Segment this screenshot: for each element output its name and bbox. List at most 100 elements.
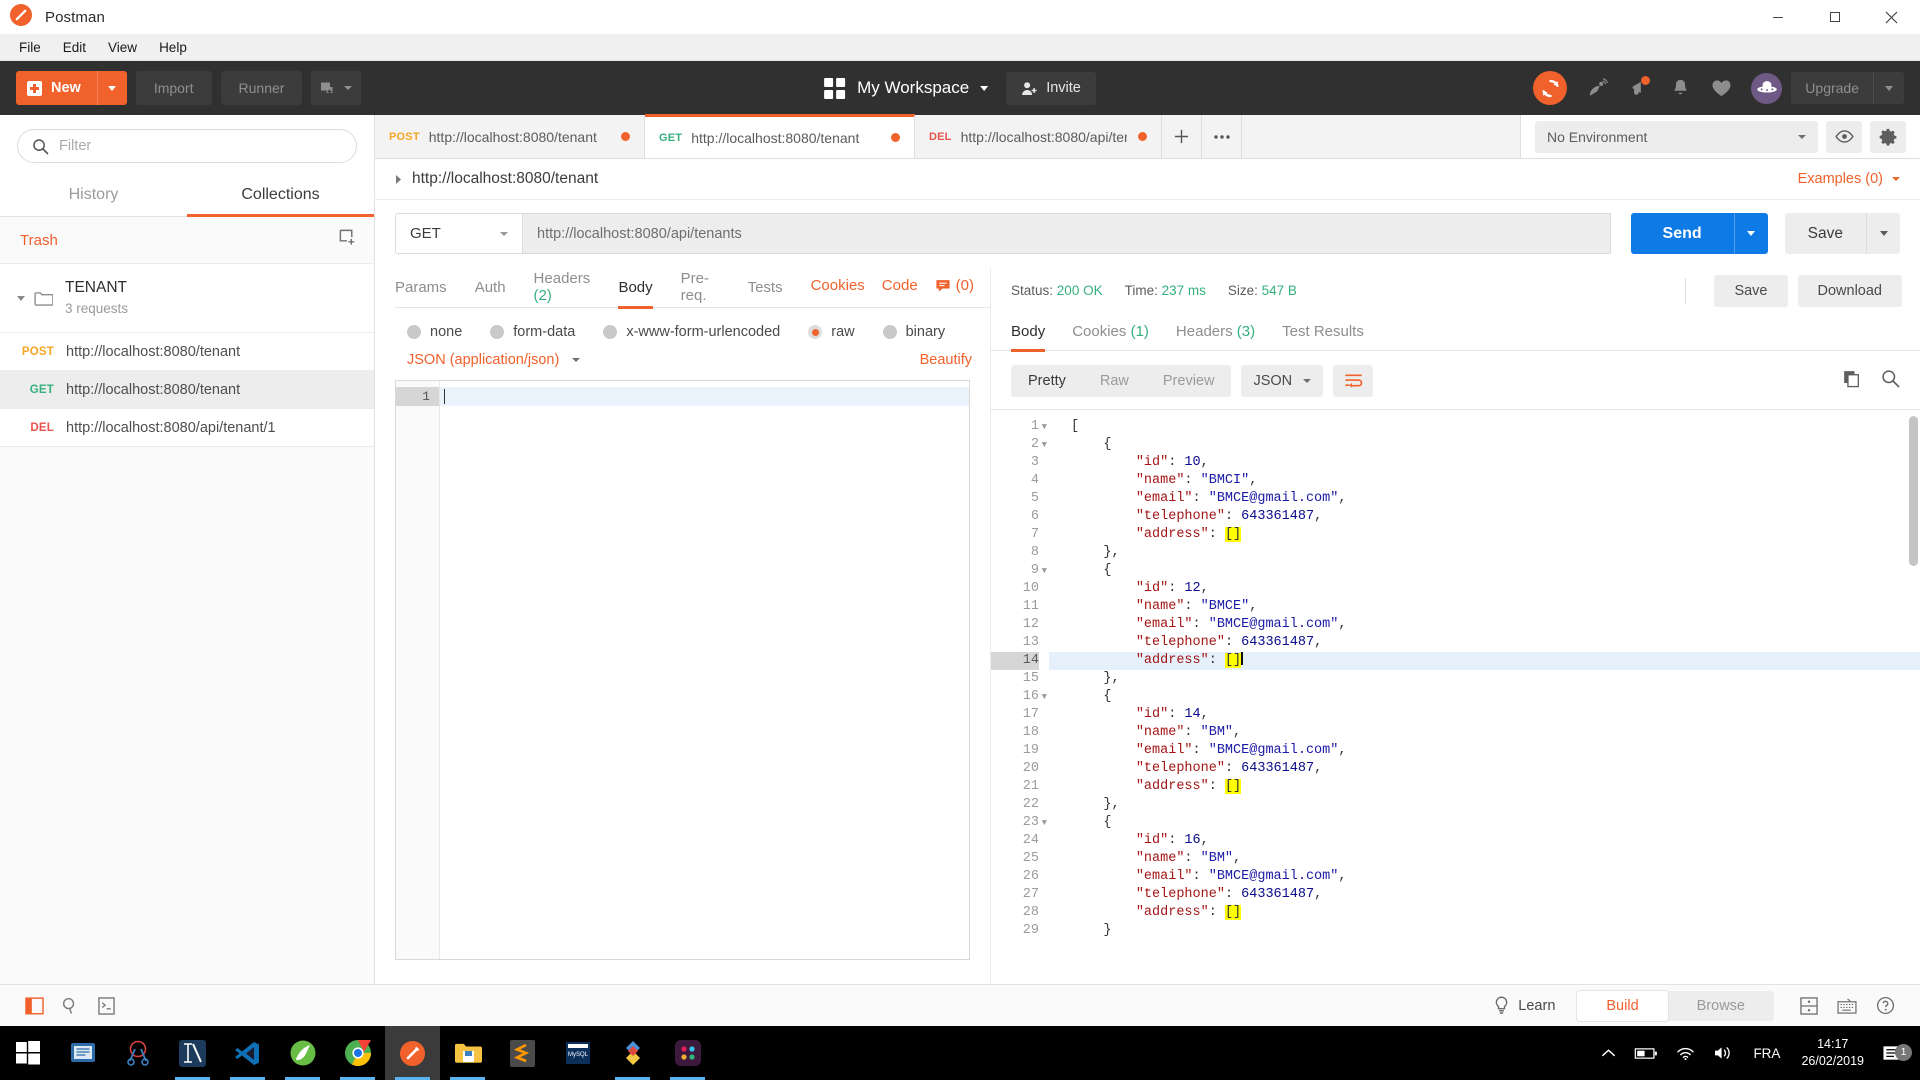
menu-view[interactable]: View <box>97 37 148 58</box>
environment-selector[interactable]: No Environment <box>1535 120 1818 153</box>
clock[interactable]: 14:17 26/02/2019 <box>1791 1036 1874 1070</box>
json-line[interactable]: "id": 14, <box>1049 706 1920 724</box>
mode-build[interactable]: Build <box>1577 990 1668 1021</box>
tab-body[interactable]: Body <box>618 279 653 309</box>
comments-button[interactable]: (0) <box>935 277 974 294</box>
save-response-button[interactable]: Save <box>1714 274 1788 307</box>
taskbar-item-sublime[interactable] <box>495 1026 550 1080</box>
json-line[interactable]: "name": "BMCE", <box>1049 598 1920 616</box>
response-tab-body[interactable]: Body <box>1011 323 1046 352</box>
manage-environments-button[interactable] <box>1870 120 1906 153</box>
json-line[interactable]: { <box>1049 436 1920 454</box>
json-line[interactable]: }, <box>1049 544 1920 562</box>
fold-caret-icon[interactable]: ▼ <box>1042 436 1047 454</box>
battery-button[interactable] <box>1625 1047 1667 1060</box>
language-indicator[interactable]: FRA <box>1742 1046 1791 1061</box>
notifications-button[interactable] <box>1663 71 1697 105</box>
action-center-button[interactable]: 1 <box>1874 1043 1916 1063</box>
view-mode-pretty[interactable]: Pretty <box>1011 365 1083 397</box>
fold-caret-icon[interactable]: ▼ <box>1042 562 1047 580</box>
response-scrollbar[interactable] <box>1909 416 1918 566</box>
volume-button[interactable] <box>1704 1045 1742 1061</box>
http-method-selector[interactable]: GET <box>395 213 522 254</box>
json-line[interactable]: { <box>1049 562 1920 580</box>
body-type-urlencoded[interactable]: x-www-form-urlencoded <box>603 324 780 340</box>
save-request-button[interactable]: Save <box>1784 213 1866 254</box>
editor-text-area[interactable] <box>440 381 969 959</box>
taskbar-item-explorer[interactable] <box>440 1026 495 1080</box>
help-button[interactable] <box>1866 985 1904 1027</box>
tab-prerequest[interactable]: Pre-req. <box>681 270 720 317</box>
response-json-code[interactable]: [ { "id": 10, "name": "BMCI", "email": "… <box>1049 410 1920 984</box>
json-line[interactable]: "id": 12, <box>1049 580 1920 598</box>
json-line[interactable]: }, <box>1049 670 1920 688</box>
fold-caret-icon[interactable]: ▼ <box>1042 418 1047 436</box>
sidebar-toggle-button[interactable] <box>16 985 52 1027</box>
open-tab-del-tenant[interactable]: DEL http://localhost:8080/api/tenant/ <box>915 115 1162 158</box>
fold-caret-icon[interactable]: ▼ <box>1042 688 1047 706</box>
json-line[interactable]: "id": 16, <box>1049 832 1920 850</box>
find-replace-button[interactable] <box>52 985 88 1027</box>
sidebar-request-post-tenant[interactable]: POST http://localhost:8080/tenant <box>0 333 374 372</box>
examples-dropdown[interactable]: Examples (0) <box>1798 171 1900 187</box>
menu-file[interactable]: File <box>8 37 52 58</box>
open-new-window-button[interactable] <box>311 71 362 105</box>
copy-button[interactable] <box>1843 370 1861 393</box>
tab-headers[interactable]: Headers (2) <box>534 270 591 317</box>
open-tab-post-tenant[interactable]: POST http://localhost:8080/tenant <box>375 115 645 158</box>
taskbar-item-chrome[interactable] <box>330 1026 385 1080</box>
sidebar-request-del-tenant[interactable]: DEL http://localhost:8080/api/tenant/1 <box>0 409 374 448</box>
runner-button[interactable]: Runner <box>220 71 303 105</box>
taskbar-item-vscode[interactable] <box>220 1026 275 1080</box>
taskbar-item-sourcetree[interactable] <box>605 1026 660 1080</box>
minimize-button[interactable] <box>1749 0 1806 34</box>
json-line[interactable]: "email": "BMCE@gmail.com", <box>1049 490 1920 508</box>
show-hidden-icons-button[interactable] <box>1592 1048 1625 1058</box>
json-line[interactable]: "email": "BMCE@gmail.com", <box>1049 742 1920 760</box>
send-button[interactable]: Send <box>1630 213 1734 254</box>
fold-caret-icon[interactable]: ▼ <box>1042 814 1047 832</box>
sidebar-request-get-tenant[interactable]: GET http://localhost:8080/tenant <box>0 371 374 410</box>
import-button[interactable]: Import <box>135 71 212 105</box>
api-network-button[interactable] <box>1581 71 1615 105</box>
favorites-button[interactable] <box>1704 71 1738 105</box>
beautify-button[interactable]: Beautify <box>920 352 972 368</box>
tab-params[interactable]: Params <box>395 279 447 309</box>
new-button[interactable]: New <box>16 71 127 105</box>
json-line[interactable]: [ <box>1049 418 1920 436</box>
json-line[interactable]: "telephone": 643361487, <box>1049 634 1920 652</box>
json-line[interactable]: }, <box>1049 796 1920 814</box>
taskbar-item-spring[interactable] <box>275 1026 330 1080</box>
trash-link[interactable]: Trash <box>20 232 58 249</box>
new-tab-button[interactable] <box>1162 115 1202 158</box>
json-line[interactable]: "address": [] <box>1049 652 1920 670</box>
response-tab-cookies[interactable]: Cookies (1) <box>1072 323 1149 352</box>
response-format-selector[interactable]: JSON <box>1241 365 1324 397</box>
search-box[interactable] <box>17 129 357 163</box>
word-wrap-button[interactable] <box>1333 365 1374 397</box>
new-collection-button[interactable] <box>338 228 357 252</box>
json-line[interactable]: { <box>1049 814 1920 832</box>
tab-options-button[interactable] <box>1202 115 1242 158</box>
workspace-selector[interactable]: My Workspace Invite <box>824 71 1096 105</box>
json-line[interactable]: "telephone": 643361487, <box>1049 886 1920 904</box>
save-options-button[interactable] <box>1866 213 1900 254</box>
view-mode-preview[interactable]: Preview <box>1146 365 1232 397</box>
sync-button[interactable] <box>1533 71 1568 105</box>
json-line[interactable]: "email": "BMCE@gmail.com", <box>1049 616 1920 634</box>
close-button[interactable] <box>1863 0 1920 34</box>
body-type-form-data[interactable]: form-data <box>490 324 575 340</box>
json-line[interactable]: "name": "BMCI", <box>1049 472 1920 490</box>
open-tab-get-tenant[interactable]: GET http://localhost:8080/tenant <box>645 114 915 158</box>
view-mode-raw[interactable]: Raw <box>1083 365 1146 397</box>
json-line[interactable]: "id": 10, <box>1049 454 1920 472</box>
keyboard-shortcuts-button[interactable] <box>1828 985 1866 1027</box>
upgrade-dropdown[interactable] <box>1873 72 1904 104</box>
maximize-button[interactable] <box>1806 0 1863 34</box>
upgrade-button[interactable]: Upgrade <box>1791 72 1904 104</box>
json-line[interactable]: { <box>1049 688 1920 706</box>
layout-toggle-button[interactable] <box>1790 985 1828 1027</box>
json-line[interactable]: "address": [] <box>1049 526 1920 544</box>
user-avatar[interactable] <box>1751 72 1783 104</box>
response-tab-headers[interactable]: Headers (3) <box>1176 323 1255 352</box>
